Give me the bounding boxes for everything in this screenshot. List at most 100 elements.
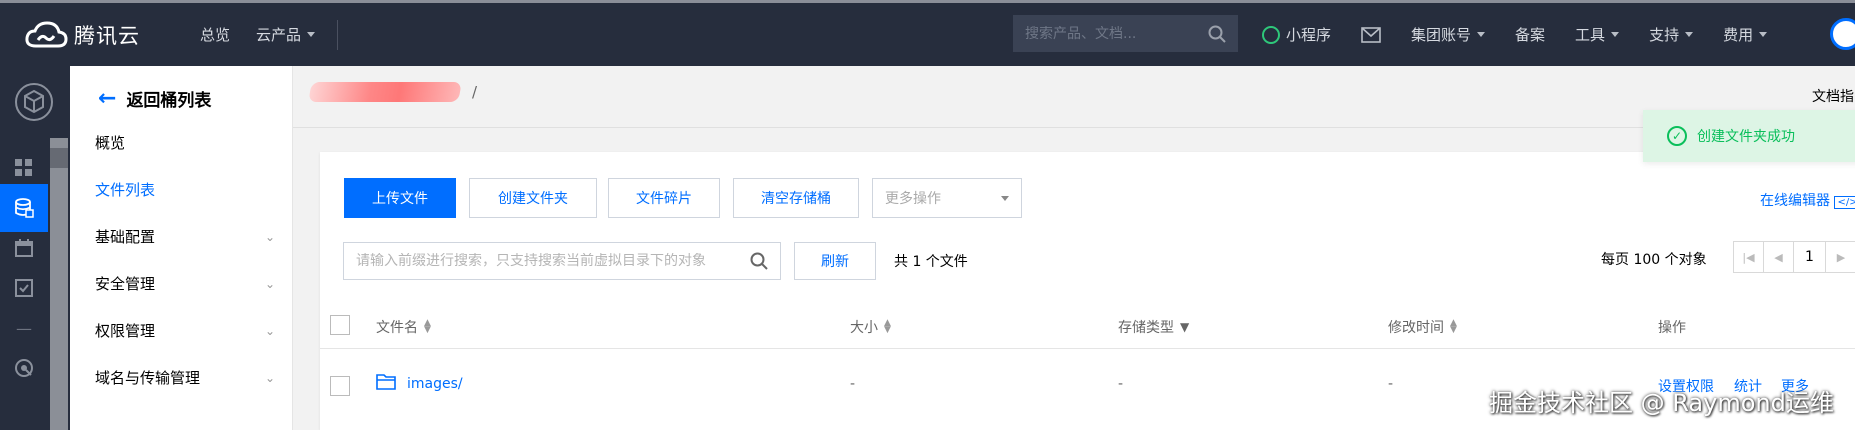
- sidebar-item-permissions[interactable]: 权限管理 ⌄: [95, 320, 275, 341]
- chevron-down-icon: [1759, 32, 1768, 37]
- chevron-down-icon: [1001, 195, 1009, 201]
- upload-file-button[interactable]: 上传文件: [344, 178, 456, 218]
- file-modified: -: [1388, 376, 1394, 392]
- scroll-up-arrow-icon[interactable]: [50, 148, 68, 168]
- prev-page-icon[interactable]: ◀: [1764, 242, 1794, 272]
- col-storage-class[interactable]: 存储类型 ▼: [1118, 317, 1189, 337]
- select-all-checkbox[interactable]: [330, 315, 350, 335]
- nav-group-account[interactable]: 集团账号: [1411, 24, 1486, 45]
- product-icon-bar: —: [0, 66, 70, 430]
- next-page-icon[interactable]: ▶: [1826, 242, 1855, 272]
- sidebar-item-label: 安全管理: [95, 275, 156, 293]
- global-search: [1013, 15, 1238, 52]
- prefix-search: [343, 242, 781, 280]
- filter-icon[interactable]: ▼: [1180, 320, 1189, 334]
- search-icon[interactable]: [1208, 25, 1226, 43]
- prefix-search-input[interactable]: [356, 253, 750, 269]
- chevron-down-icon: ⌄: [264, 229, 275, 244]
- product-menu-icon[interactable]: [0, 78, 70, 126]
- logo[interactable]: 腾讯云: [24, 20, 174, 50]
- global-search-input[interactable]: [1025, 25, 1208, 42]
- file-storage-class: -: [1118, 376, 1124, 392]
- table-header: 文件名 ▲ ▼ 大小 ▲ ▼ 存储类型 ▼ 修改时间 ▲ ▼ 操作: [320, 303, 1855, 349]
- back-to-bucket-list[interactable]: ← 返回桶列表: [98, 86, 211, 111]
- back-arrow-icon: ←: [98, 86, 117, 111]
- chevron-down-icon: ⌄: [264, 276, 275, 291]
- pagination: |◀ ◀ 1 ▶: [1733, 241, 1855, 273]
- top-nav: 腾讯云 总览 云产品 小程序 集团账号 备案 工具 支持 费用: [0, 0, 1855, 66]
- breadcrumb-separator: /: [472, 83, 478, 101]
- nav-mini-program[interactable]: 小程序: [1262, 24, 1331, 45]
- check-circle-icon: ✓: [1667, 126, 1687, 146]
- nav-tools[interactable]: 工具: [1575, 24, 1620, 45]
- divider: [293, 127, 1855, 128]
- col-filename[interactable]: 文件名 ▲ ▼: [376, 317, 431, 337]
- nav-filing[interactable]: 备案: [1515, 24, 1545, 45]
- sidebar-scrollbar[interactable]: [50, 138, 68, 430]
- col-size[interactable]: 大小 ▲ ▼: [850, 317, 891, 337]
- nav-billing-label: 费用: [1723, 26, 1754, 44]
- nav-mini-program-label: 小程序: [1286, 26, 1332, 44]
- monitor-icon[interactable]: [0, 344, 48, 392]
- clear-bucket-button[interactable]: 清空存储桶: [733, 178, 859, 218]
- nav-support-label: 支持: [1649, 26, 1680, 44]
- mail-icon: [1361, 26, 1381, 43]
- more-actions-select[interactable]: 更多操作: [872, 178, 1022, 218]
- search-icon[interactable]: [750, 252, 768, 270]
- sidebar-item-label: 文件列表: [95, 181, 156, 199]
- row-checkbox[interactable]: [330, 376, 350, 396]
- sort-icon: ▲ ▼: [1450, 318, 1457, 335]
- file-fragments-button[interactable]: 文件碎片: [608, 178, 720, 218]
- app-root: 腾讯云 总览 云产品 小程序 集团账号 备案 工具 支持 费用: [0, 0, 1855, 430]
- logo-text: 腾讯云: [74, 23, 140, 48]
- sidebar-item-label: 域名与传输管理: [95, 369, 201, 387]
- sidebar-item-file-list[interactable]: 文件列表: [95, 179, 275, 200]
- sort-icon: ▲ ▼: [424, 318, 431, 335]
- nav-right: 小程序 集团账号 备案 工具 支持 费用: [1262, 3, 1797, 66]
- sort-icon: ▲ ▼: [884, 318, 891, 335]
- sidebar-item-basic-config[interactable]: 基础配置 ⌄: [95, 226, 275, 247]
- first-page-icon[interactable]: |◀: [1734, 242, 1764, 272]
- sidebar-item-label: 概览: [95, 134, 126, 152]
- nav-billing[interactable]: 费用: [1723, 24, 1768, 45]
- sidebar-item-overview[interactable]: 概览: [95, 132, 275, 153]
- nav-tools-label: 工具: [1575, 26, 1606, 44]
- nav-mail[interactable]: [1361, 26, 1381, 43]
- col-storage-label: 存储类型: [1118, 320, 1174, 336]
- page-number-input[interactable]: 1: [1794, 242, 1826, 272]
- nav-divider: [337, 19, 339, 50]
- success-toast: ✓ 创建文件夹成功: [1643, 110, 1855, 162]
- col-modified-label: 修改时间: [1388, 320, 1444, 336]
- cloud-logo-icon: [25, 20, 68, 47]
- col-modified[interactable]: 修改时间 ▲ ▼: [1388, 317, 1457, 337]
- docs-link[interactable]: 文档指: [1812, 86, 1854, 106]
- file-name-link[interactable]: images/: [407, 376, 463, 392]
- nav-products[interactable]: 云产品: [256, 24, 316, 45]
- back-label: 返回桶列表: [126, 91, 212, 111]
- col-actions: 操作: [1658, 320, 1686, 336]
- col-filename-label: 文件名: [376, 320, 418, 336]
- mini-program-icon: [1262, 25, 1280, 44]
- create-folder-button[interactable]: 创建文件夹: [469, 178, 597, 218]
- sidebar-item-domain-transfer[interactable]: 域名与传输管理 ⌄: [95, 367, 275, 388]
- sidebar-item-security[interactable]: 安全管理 ⌄: [95, 273, 275, 294]
- online-editor-label: 在线编辑器: [1760, 193, 1830, 209]
- code-icon: </>: [1834, 196, 1855, 209]
- chevron-down-icon: [1477, 32, 1486, 37]
- refresh-button[interactable]: 刷新: [794, 242, 876, 280]
- sidebar-item-label: 权限管理: [95, 322, 156, 340]
- nav-support[interactable]: 支持: [1649, 24, 1694, 45]
- redacted-bucket-name[interactable]: [308, 82, 462, 102]
- chevron-down-icon: [307, 32, 316, 37]
- chevron-down-icon: [1611, 32, 1620, 37]
- chevron-down-icon: [1685, 32, 1694, 37]
- sidebar-item-label: 基础配置: [95, 228, 156, 246]
- chevron-down-icon: ⌄: [264, 370, 275, 385]
- online-editor-link[interactable]: 在线编辑器 </>: [1760, 190, 1855, 210]
- folder-icon: [376, 374, 396, 390]
- avatar[interactable]: [1830, 18, 1855, 50]
- nav-overview[interactable]: 总览: [200, 24, 230, 45]
- bucket-sidebar: ← 返回桶列表 概览 文件列表 基础配置 ⌄ 安全管理 ⌄ 权限管理 ⌄ 域名与传输管…: [70, 66, 293, 430]
- nav-products-label: 云产品: [256, 26, 302, 44]
- watermark: 掘金技术社区 @ Raymond运维: [1489, 389, 1834, 417]
